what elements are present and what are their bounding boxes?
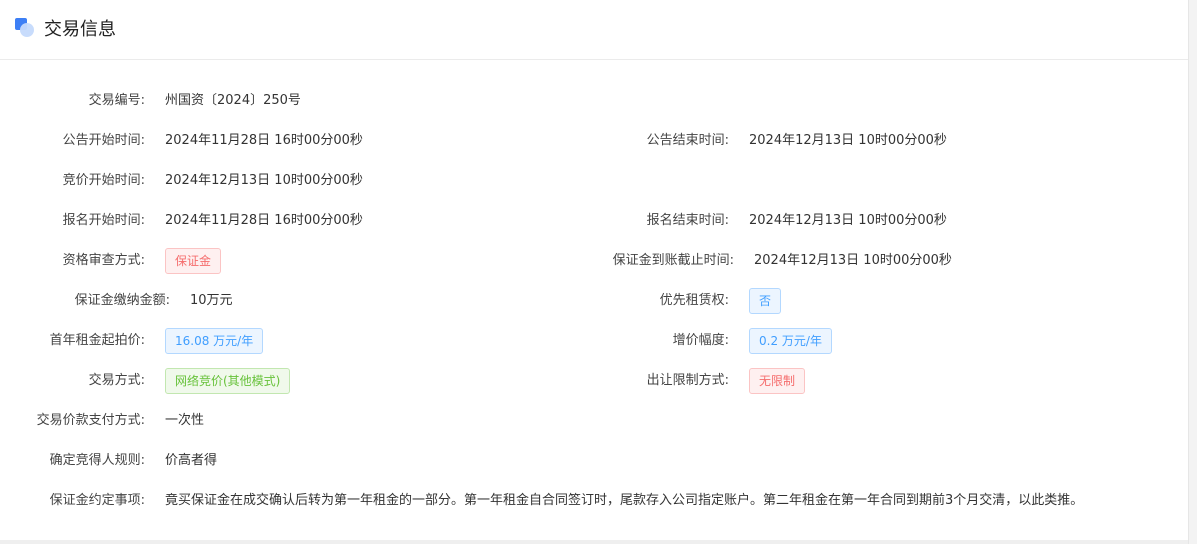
increment-tag: 0.2 万元/年 [749,328,832,354]
notice-start-value: 2024年11月28日 16时00分00秒 [165,133,363,148]
priority-lease-tag: 否 [749,288,782,314]
transfer-limit-label: 出让限制方式: [646,373,729,388]
first-year-rent-label: 首年租金起拍价: [49,333,145,348]
bid-start-value: 2024年12月13日 10时00分00秒 [165,173,363,188]
notice-end-value: 2024年12月13日 10时00分00秒 [749,133,947,148]
bottom-divider [0,540,1188,544]
increment-label: 增价幅度: [672,333,729,348]
deposit-deadline-value: 2024年12月13日 10时00分00秒 [754,253,952,268]
trade-method-label: 交易方式: [88,373,145,388]
first-year-rent-tag: 16.08 万元/年 [165,328,264,354]
priority-lease-label: 优先租赁权: [659,293,729,308]
notice-start-label: 公告开始时间: [62,133,145,148]
payment-method-label: 交易价款支付方式: [36,413,145,428]
deposit-terms-label: 保证金约定事项: [49,493,145,508]
section-icon [15,18,37,40]
bid-start-label: 竞价开始时间: [62,173,145,188]
deposit-amount-label: 保证金缴纳金额: [74,293,170,308]
deposit-amount-value: 10万元 [190,293,233,308]
signup-end-value: 2024年12月13日 10时00分00秒 [749,213,947,228]
winner-rule-value: 价高者得 [165,453,218,468]
trade-method-tag: 网络竞价(其他模式) [165,368,291,394]
winner-rule-label: 确定竞得人规则: [49,453,145,468]
qualify-method-label: 资格审查方式: [62,253,145,268]
section-title: 交易信息 [44,19,116,40]
section-header: 交易信息 [0,0,1188,60]
deposit-deadline-label: 保证金到账截止时间: [612,253,734,268]
notice-end-label: 公告结束时间: [646,133,729,148]
transfer-limit-tag: 无限制 [749,368,806,394]
deposit-terms-value: 竟买保证金在成交确认后转为第一年租金的一部分。第一年租金自合同签订时，尾款存入公… [165,493,1084,508]
signup-end-label: 报名结束时间: [646,213,729,228]
trade-no-value: 州国资〔2024〕250号 [165,93,301,108]
signup-start-value: 2024年11月28日 16时00分00秒 [165,213,363,228]
vertical-scrollbar[interactable] [1188,0,1197,544]
signup-start-label: 报名开始时间: [62,213,145,228]
qualify-method-tag: 保证金 [165,248,222,274]
payment-method-value: 一次性 [165,413,205,428]
trade-no-label: 交易编号: [88,93,145,108]
